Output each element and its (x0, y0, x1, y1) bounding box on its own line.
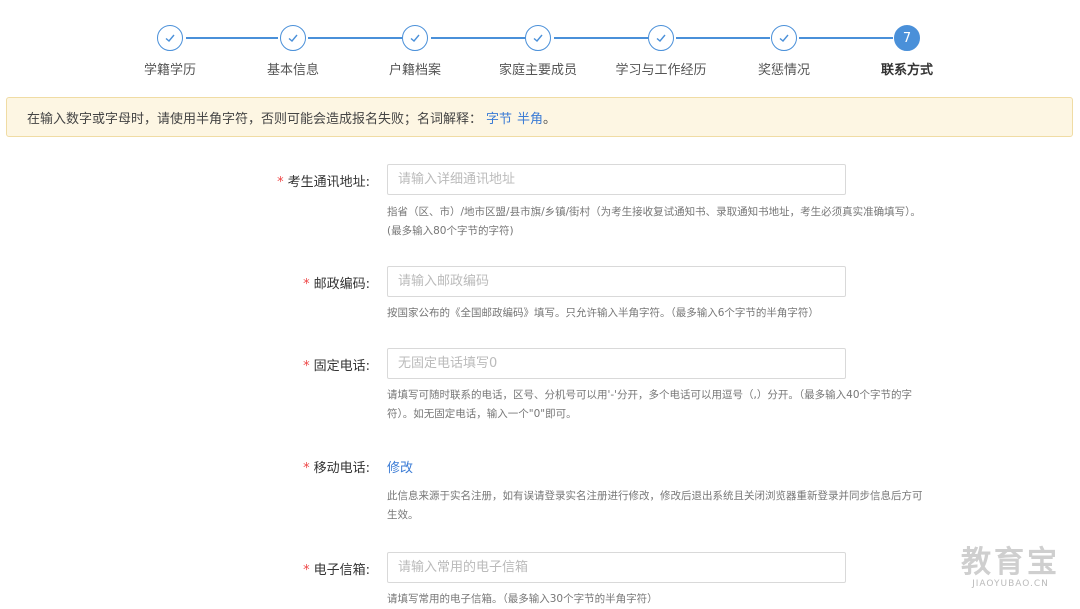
modify-mobile-link[interactable]: 修改 (387, 457, 413, 476)
required-mark: * (303, 359, 310, 374)
postcode-input[interactable] (387, 266, 846, 297)
landline-hint-line2: 符）。如无固定电话，输入一个"0"即可。 (387, 408, 577, 420)
mobile-label: * 移动电话: (180, 457, 370, 476)
step-6[interactable]: 奖惩情况 (724, 25, 844, 78)
required-mark: * (277, 175, 284, 190)
required-mark: * (303, 563, 310, 578)
email-hint: 请填写常用的电子信箱。（最多输入30个字节的半角字符） (387, 593, 658, 605)
step-7-current[interactable]: 7 联系方式 (847, 25, 967, 78)
check-icon (402, 25, 428, 51)
watermark-small: JIAOYUBAO.CN (972, 579, 1049, 589)
address-label: * 考生通讯地址: (180, 171, 370, 190)
step-4[interactable]: 家庭主要成员 (478, 25, 598, 78)
watermark-big: 教育宝 (961, 545, 1060, 580)
landline-hint-line1: 请填写可随时联系的电话，区号、分机号可以用'-'分开，多个电话可以用逗号（,）分… (387, 389, 913, 401)
link-halfwidth[interactable]: 半角 (517, 108, 543, 127)
address-hint: 指省（区、市）/地市区盟/县市旗/乡镇/街村（为考生接收复试通知书、录取通知书地… (387, 203, 977, 241)
progress-stepper: 学籍学历 基本信息 户籍档案 家庭主要成员 学习与工作经历 奖惩情况 7 联系方… (0, 0, 1080, 90)
address-label-text: 考生通讯地址: (287, 175, 370, 190)
notice-suffix: 。 (543, 111, 557, 127)
required-mark: * (303, 461, 310, 476)
link-bytes[interactable]: 字节 (486, 108, 512, 127)
check-icon (648, 25, 674, 51)
step-label: 学习与工作经历 (615, 63, 707, 78)
email-input[interactable] (387, 552, 846, 583)
check-icon (280, 25, 306, 51)
landline-input[interactable] (387, 348, 846, 379)
check-icon (157, 25, 183, 51)
mobile-hint: 此信息来源于实名注册，如有误请登录实名注册进行修改，修改后退出系统且关闭浏览器重… (387, 487, 977, 525)
address-hint-line1: 指省（区、市）/地市区盟/县市旗/乡镇/街村（为考生接收复试通知书、录取通知书地… (387, 206, 921, 218)
check-icon (771, 25, 797, 51)
address-input[interactable] (387, 164, 846, 195)
landline-label: * 固定电话: (180, 355, 370, 374)
step-1[interactable]: 学籍学历 (110, 25, 230, 78)
required-mark: * (303, 277, 310, 292)
landline-hint: 请填写可随时联系的电话，区号、分机号可以用'-'分开，多个电话可以用逗号（,）分… (387, 386, 977, 424)
step-5[interactable]: 学习与工作经历 (601, 25, 721, 78)
step-label: 家庭主要成员 (498, 63, 577, 78)
watermark-logo: 教育宝 JIAOYUBAO.CN (961, 537, 1060, 589)
landline-label-text: 固定电话: (313, 359, 370, 374)
check-icon (525, 25, 551, 51)
step-label: 学籍学历 (143, 63, 196, 78)
email-label-text: 电子信箱: (313, 563, 370, 578)
mobile-hint-line2: 生效。 (387, 509, 419, 521)
mobile-label-text: 移动电话: (313, 461, 370, 476)
step-label: 户籍档案 (388, 63, 441, 78)
postcode-label-text: 邮政编码: (313, 277, 370, 292)
step-number: 7 (894, 25, 920, 51)
halfwidth-notice: 在输入数字或字母时，请使用半角字符，否则可能会造成报名失败；名词解释： 字节 半… (6, 97, 1073, 137)
email-label: * 电子信箱: (180, 559, 370, 578)
postcode-hint: 按国家公布的《全国邮政编码》填写。只允许输入半角字符。（最多输入6个字节的半角字… (387, 307, 819, 319)
step-label: 基本信息 (266, 63, 319, 78)
step-label: 奖惩情况 (757, 63, 810, 78)
notice-text: 在输入数字或字母时，请使用半角字符，否则可能会造成报名失败；名词解释： (27, 111, 483, 127)
mobile-hint-line1: 此信息来源于实名注册，如有误请登录实名注册进行修改，修改后退出系统且关闭浏览器重… (387, 490, 923, 502)
step-3[interactable]: 户籍档案 (355, 25, 475, 78)
step-2[interactable]: 基本信息 (233, 25, 353, 78)
address-hint-line2: (最多输入80个字节的字符) (387, 225, 514, 237)
postcode-label: * 邮政编码: (180, 273, 370, 292)
step-label: 联系方式 (880, 63, 933, 78)
